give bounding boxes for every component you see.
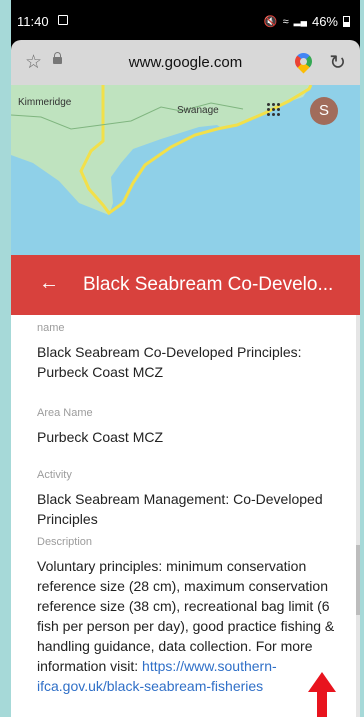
field-value: Voluntary principles: minimum conservati… [37, 556, 343, 696]
status-time: 11:40 [17, 14, 49, 29]
detail-header: ← Black Seabream Co-Develo... [11, 255, 360, 315]
scrollbar[interactable] [356, 315, 360, 717]
battery-percent: 46% [311, 14, 338, 29]
map-label-swanage: Swanage [177, 105, 219, 116]
field-label: Area Name [37, 407, 93, 419]
status-bar: 11:40 🔇 ≈ ▂▄ 46% [11, 0, 360, 40]
phone-screen: 11:40 🔇 ≈ ▂▄ 46% ☆ www.google.com ↻ Kimm… [11, 0, 360, 717]
field-activity: Activity Black Seabream Management: Co-D… [37, 469, 343, 529]
field-label: Description [37, 536, 93, 548]
field-value: Black Seabream Co-Developed Principles: … [37, 344, 302, 380]
apps-grid-icon[interactable] [267, 103, 281, 117]
mute-icon: 🔇 [263, 16, 278, 28]
browser-url-bar: ☆ www.google.com ↻ [11, 40, 360, 85]
field-label: name [37, 322, 65, 334]
detail-title: Black Seabream Co-Develo... [83, 274, 334, 295]
description-text: Voluntary principles: minimum conservati… [37, 558, 335, 674]
field-label: Activity [37, 469, 72, 481]
battery-icon [343, 16, 350, 27]
map-view[interactable]: Kimmeridge Swanage S [11, 85, 360, 255]
wifi-icon: ≈ [282, 15, 289, 28]
account-avatar[interactable]: S [310, 97, 338, 125]
calendar-icon [58, 15, 68, 25]
field-area-name: Area Name Purbeck Coast MCZ [37, 407, 343, 447]
status-right: 🔇 ≈ ▂▄ 46% [264, 14, 350, 29]
field-value: Purbeck Coast MCZ [37, 429, 164, 445]
signal-icon: ▂▄ [293, 16, 307, 26]
back-arrow-icon[interactable]: ← [39, 272, 59, 295]
detail-panel: name Black Seabream Co-Developed Princip… [11, 315, 360, 717]
scrollbar-thumb[interactable] [356, 545, 360, 615]
red-pointer-arrow-icon [308, 672, 336, 717]
reload-icon[interactable]: ↻ [329, 50, 346, 75]
field-description: Description Voluntary principles: minimu… [37, 536, 343, 696]
field-value: Black Seabream Management: Co-Developed … [37, 491, 323, 527]
map-label-kimmeridge: Kimmeridge [18, 97, 72, 108]
field-name: name Black Seabream Co-Developed Princip… [37, 322, 343, 382]
